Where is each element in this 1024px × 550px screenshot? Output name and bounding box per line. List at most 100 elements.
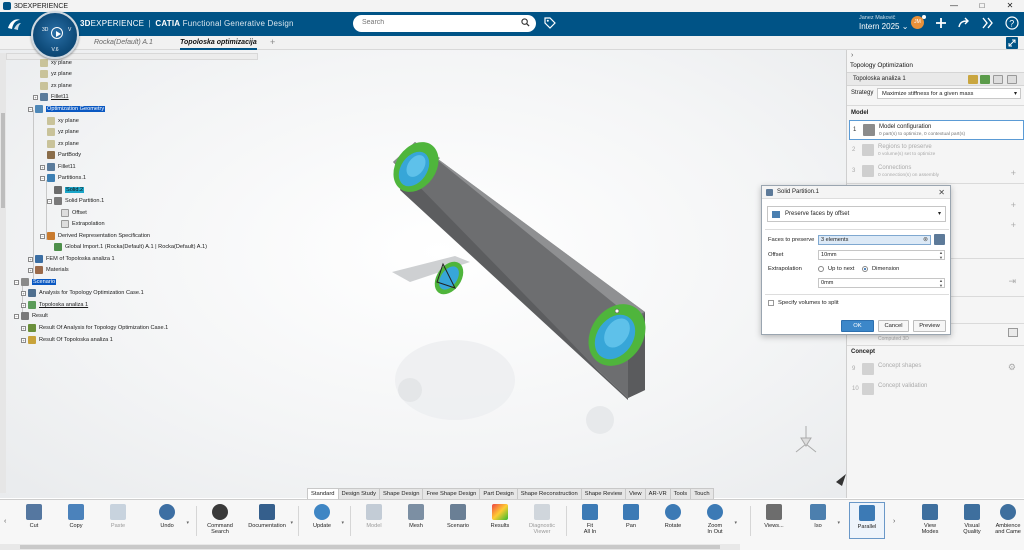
tree-node[interactable]: yz plane bbox=[47, 127, 79, 137]
model-button[interactable]: Model bbox=[356, 504, 392, 529]
add-icon[interactable]: + bbox=[1011, 168, 1016, 178]
tab-ar-vr[interactable]: AR-VR bbox=[644, 488, 671, 499]
undo-button[interactable]: Undo ▾ bbox=[149, 504, 189, 529]
view-modes-button[interactable]: View Modes bbox=[912, 504, 948, 535]
ds-logo-icon[interactable] bbox=[6, 17, 22, 34]
step-concept-shapes[interactable]: 9 Concept shapes bbox=[849, 360, 1024, 380]
views-button[interactable]: Views... bbox=[756, 504, 792, 529]
action-bar-scrollbar[interactable] bbox=[0, 544, 740, 550]
close-button[interactable]: ✕ bbox=[996, 0, 1024, 12]
specify-volumes-checkbox[interactable] bbox=[768, 300, 774, 306]
tree-node[interactable]: Offset bbox=[61, 208, 87, 218]
3d-viewport[interactable] bbox=[0, 50, 846, 498]
tenant-selector[interactable]: Intern 2025 ⌄ bbox=[859, 22, 908, 31]
compass-widget[interactable]: 3D V V.6 bbox=[31, 11, 79, 59]
search-box[interactable] bbox=[353, 15, 536, 32]
dropdown-arrow-icon[interactable]: ▾ bbox=[837, 520, 840, 526]
expand-toggle[interactable]: − bbox=[40, 175, 45, 181]
apps-icon[interactable] bbox=[981, 16, 995, 30]
expand-toggle[interactable]: − bbox=[47, 198, 52, 204]
tree-node[interactable]: xy plane bbox=[47, 116, 79, 126]
ok-button[interactable]: OK bbox=[841, 320, 874, 332]
display-icon[interactable] bbox=[1008, 328, 1018, 337]
expand-toggle[interactable]: + bbox=[21, 325, 26, 331]
tree-node[interactable]: − Partitions.1 bbox=[40, 173, 86, 183]
expand-toggle[interactable]: − bbox=[28, 106, 33, 112]
scenario-button[interactable]: Scenario bbox=[440, 504, 476, 529]
offset-field[interactable]: 10mm ▲ ▼ bbox=[818, 250, 945, 260]
tree-node[interactable]: zx plane bbox=[47, 139, 79, 149]
partition-mode-select[interactable]: Preserve faces by offset ▾ bbox=[767, 206, 946, 222]
dropdown-arrow-icon[interactable]: ▾ bbox=[290, 520, 293, 526]
chevron-left-icon[interactable]: ‹ bbox=[4, 518, 6, 525]
pan-button[interactable]: Pan bbox=[613, 504, 649, 529]
update-button[interactable]: Update ▾ bbox=[304, 504, 344, 529]
tree-node[interactable]: + Topoloska analiza 1 bbox=[21, 300, 88, 310]
avatar[interactable]: JM bbox=[911, 15, 926, 29]
search-input[interactable] bbox=[362, 19, 512, 26]
tree-node[interactable]: + Materials bbox=[28, 265, 69, 275]
maximize-button[interactable]: □ bbox=[968, 0, 996, 12]
tab-touch[interactable]: Touch bbox=[690, 488, 714, 499]
expand-toggle[interactable]: + bbox=[33, 94, 38, 100]
minimize-button[interactable]: — bbox=[940, 0, 968, 12]
close-icon[interactable]: ✕ bbox=[938, 186, 945, 199]
user-info[interactable]: Janez Makovič Intern 2025 ⌄ bbox=[859, 15, 908, 31]
tree-node[interactable]: PartBody bbox=[47, 150, 81, 160]
arrow-icon[interactable]: ⇥ bbox=[1008, 276, 1016, 287]
step-regions-to-preserve[interactable]: 2 Regions to preserve 0 volume(s) set to… bbox=[849, 141, 1024, 161]
compute-icon[interactable] bbox=[980, 75, 990, 84]
tag-icon[interactable] bbox=[544, 17, 556, 29]
fullscreen-icon[interactable] bbox=[1006, 37, 1018, 49]
expand-toggle[interactable]: − bbox=[40, 233, 45, 239]
clear-icon[interactable]: ⊗ bbox=[923, 236, 928, 245]
tab-part-design[interactable]: Part Design bbox=[479, 488, 518, 499]
step-model-configuration[interactable]: 1 Model configuration 0 part(s) to optim… bbox=[849, 120, 1024, 140]
tab-rocka[interactable]: Rocka(Default) A.1 bbox=[94, 36, 153, 50]
iso-view-button[interactable]: Iso ▾ bbox=[800, 504, 840, 529]
tree-node[interactable]: Global Import.1 (Rocka(Default) A.1 | Ro… bbox=[54, 242, 207, 252]
tree-node[interactable]: + Fillet11 bbox=[40, 162, 76, 172]
up-to-next-radio[interactable] bbox=[818, 266, 824, 272]
diagnostic-viewer-button[interactable]: Diagnostic Viewer bbox=[524, 504, 560, 535]
tree-node[interactable]: − Derived Representation Specification bbox=[40, 231, 150, 241]
results-button[interactable]: Results bbox=[482, 504, 518, 529]
expand-toggle[interactable]: + bbox=[28, 256, 33, 262]
tree-node[interactable]: Solid.2 bbox=[54, 185, 85, 195]
tree-node[interactable]: + Result Of Analysis for Topology Optimiz… bbox=[21, 323, 168, 333]
tree-node[interactable]: + Result Of Topoloska analiza 1 bbox=[21, 335, 113, 345]
step-connections[interactable]: 3 Connections 0 connection(s) on assembl… bbox=[849, 162, 1024, 182]
visual-quality-button[interactable]: Visual Quality bbox=[954, 504, 990, 535]
computed-3d-item[interactable]: Computed 3D bbox=[849, 332, 1024, 352]
tab-shape-reconstruction[interactable]: Shape Reconstruction bbox=[516, 488, 582, 499]
tree-node[interactable]: − Result bbox=[14, 311, 48, 321]
rotate-button[interactable]: Rotate bbox=[655, 504, 691, 529]
dropdown-arrow-icon[interactable]: ▾ bbox=[734, 520, 737, 526]
tab-shape-design[interactable]: Shape Design bbox=[379, 488, 424, 499]
settings-icon[interactable]: ⚙ bbox=[1008, 362, 1016, 373]
copy-button[interactable]: Copy bbox=[58, 504, 94, 529]
list-icon[interactable] bbox=[1007, 75, 1017, 84]
expand-toggle[interactable]: + bbox=[40, 164, 45, 170]
add-tab-button[interactable]: + bbox=[270, 37, 275, 47]
ambience-camera-button[interactable]: Ambience and Came bbox=[990, 504, 1024, 535]
strategy-select[interactable]: Maximize stiffness for a given mass ▾ bbox=[877, 88, 1021, 99]
documentation-button[interactable]: Documentation ▾ bbox=[245, 504, 293, 529]
tab-view[interactable]: View bbox=[625, 488, 646, 499]
tree-node[interactable]: Extrapolation bbox=[61, 219, 105, 229]
share-icon[interactable] bbox=[957, 16, 971, 30]
mesh-button[interactable]: Mesh bbox=[398, 504, 434, 529]
fit-all-in-button[interactable]: Fit All In bbox=[572, 504, 608, 535]
tab-topoloska-optimizacija[interactable]: Topoloska optimizacija bbox=[180, 36, 257, 50]
tab-design-study[interactable]: Design Study bbox=[337, 488, 381, 499]
cut-button[interactable]: Cut bbox=[16, 504, 52, 529]
tree-node[interactable]: xy plane bbox=[40, 58, 72, 68]
tree-vertical-scrollbar[interactable] bbox=[0, 53, 6, 493]
tab-free-shape-design[interactable]: Free Shape Design bbox=[422, 488, 481, 499]
dropdown-arrow-icon[interactable]: ▾ bbox=[341, 520, 344, 526]
dialog-title-bar[interactable]: Solid Partition.1 bbox=[762, 186, 950, 199]
dropdown-arrow-icon[interactable]: ▾ bbox=[186, 520, 189, 526]
step-concept-validation[interactable]: 10 Concept validation bbox=[849, 380, 1024, 400]
tree-node[interactable]: + FEM of Topoloska analiza 1 bbox=[28, 254, 115, 264]
paste-button[interactable]: Paste bbox=[100, 504, 136, 529]
